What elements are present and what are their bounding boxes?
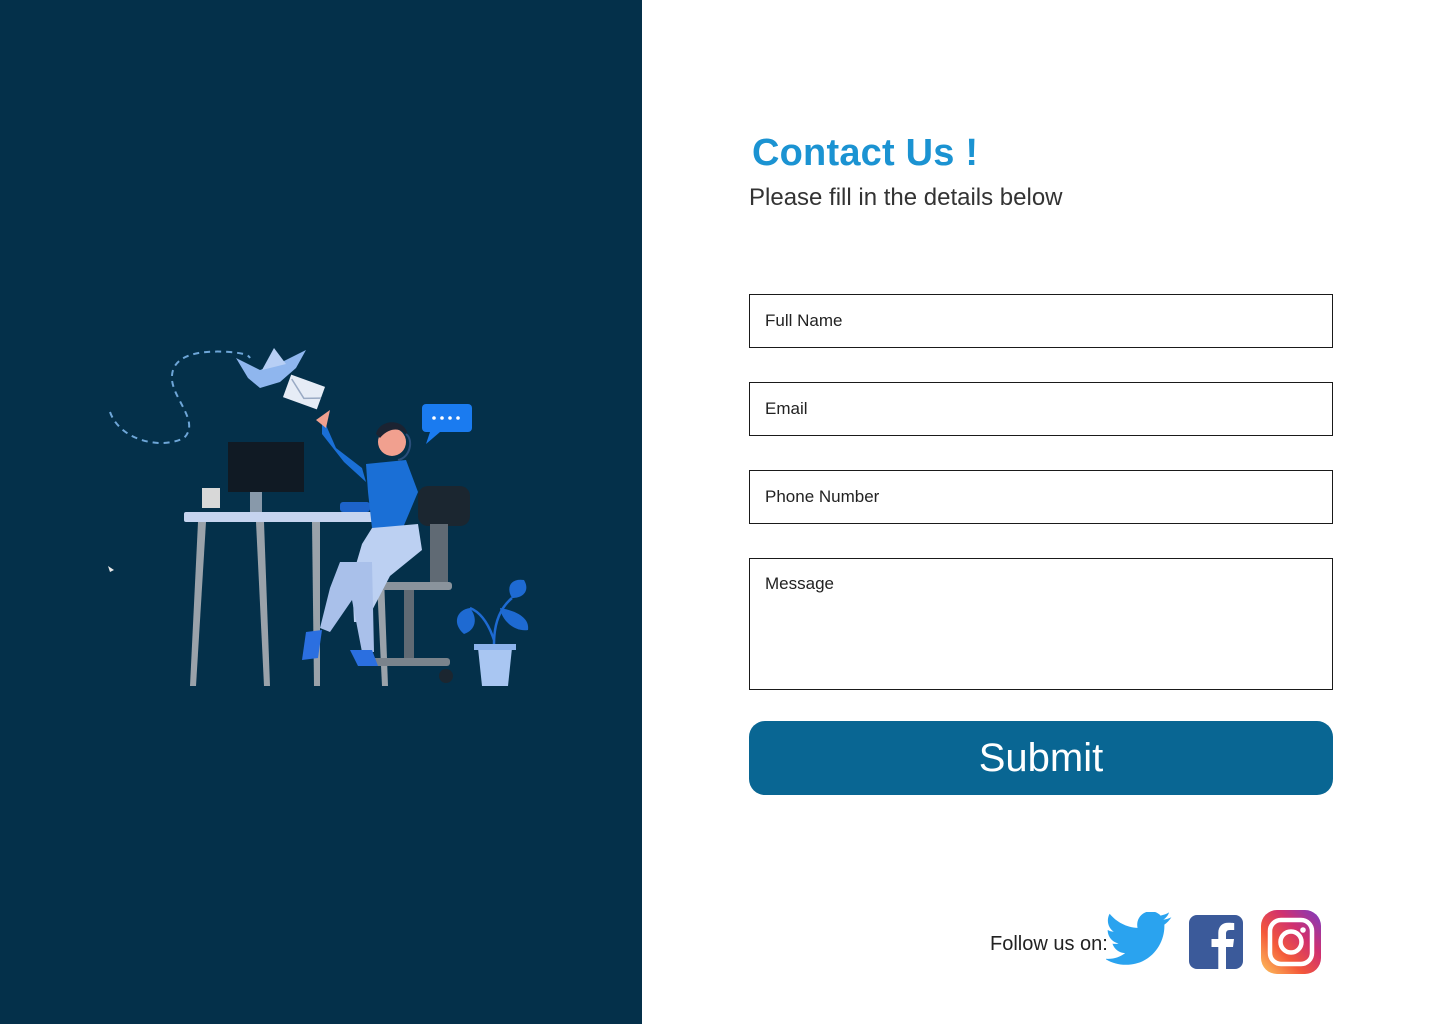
instagram-link[interactable] [1260, 909, 1322, 975]
support-agent-illustration [108, 348, 529, 686]
page-title: Contact Us ! [752, 132, 979, 174]
full-name-input[interactable] [749, 294, 1333, 348]
follow-us-label: Follow us on: [990, 933, 1108, 955]
instagram-icon [1261, 910, 1321, 974]
facebook-icon [1189, 915, 1243, 969]
illustration-panel [0, 0, 642, 1024]
message-textarea[interactable] [749, 558, 1333, 690]
page-subtitle: Please fill in the details below [749, 184, 1063, 211]
email-input[interactable] [749, 382, 1333, 436]
twitter-icon [1106, 912, 1172, 965]
phone-number-input[interactable] [749, 470, 1333, 524]
twitter-link[interactable] [1106, 912, 1174, 972]
submit-button[interactable]: Submit [749, 721, 1333, 795]
facebook-link[interactable] [1188, 914, 1244, 970]
